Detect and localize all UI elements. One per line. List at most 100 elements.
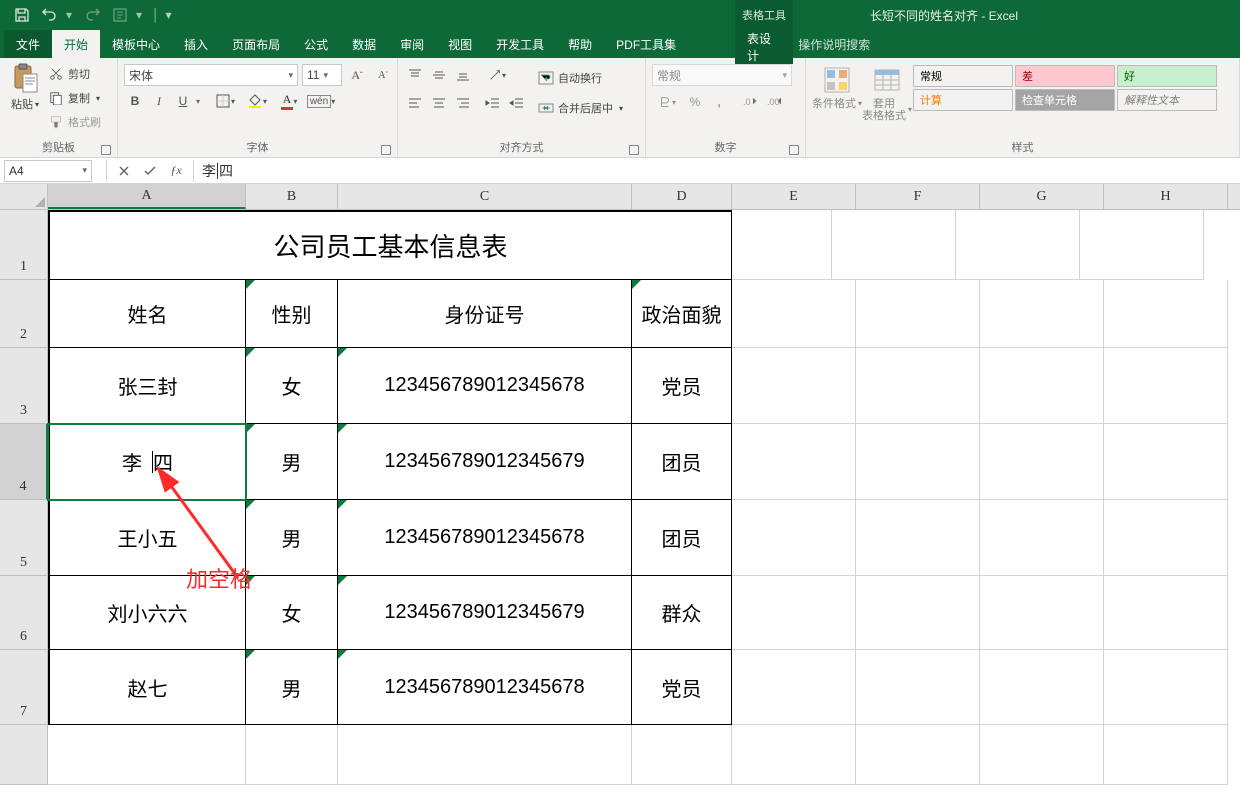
bold-button[interactable]: B [124,90,146,112]
cell-F2[interactable] [856,280,980,348]
cell-G7[interactable] [980,650,1104,725]
cell-E6[interactable] [732,576,856,650]
col-header-C[interactable]: C [338,184,632,209]
name-box[interactable]: A4▾ [4,160,92,182]
tab-view[interactable]: 视图 [436,30,484,58]
copy-button[interactable]: 复制▾ [46,86,103,110]
cell-E8[interactable] [732,725,856,785]
cell-A3[interactable]: 张三封 [48,348,246,424]
row-header-7[interactable]: 7 [0,650,48,725]
col-header-F[interactable]: F [856,184,980,209]
cell-G3[interactable] [980,348,1104,424]
cell-B5[interactable]: 男 [246,500,338,576]
cell-C5[interactable]: 123456789012345678 [338,500,632,576]
cancel-edit-button[interactable] [115,162,133,180]
col-header-D[interactable]: D [632,184,732,209]
cell-B3[interactable]: 女 [246,348,338,424]
tab-page-layout[interactable]: 页面布局 [220,30,292,58]
tab-insert[interactable]: 插入 [172,30,220,58]
comma-icon[interactable]: , [708,91,730,113]
cell-H1[interactable] [1080,210,1204,280]
row-header-8[interactable] [0,725,48,785]
italic-button[interactable]: I [148,90,170,112]
qat-customize-icon[interactable]: ▾ [166,3,176,27]
cell-B8[interactable] [246,725,338,785]
cell-D4[interactable]: 团员 [632,424,732,500]
align-bottom-icon[interactable] [452,64,474,86]
fill-color-button[interactable]: ▾ [242,90,272,112]
cell-G8[interactable] [980,725,1104,785]
cell-E2[interactable] [732,280,856,348]
paste-button[interactable]: 粘贴▾ [4,60,46,112]
cell-H6[interactable] [1104,576,1228,650]
col-header-A[interactable]: A [48,184,246,209]
row-header-2[interactable]: 2 [0,280,48,348]
cell-H4[interactable] [1104,424,1228,500]
col-header-H[interactable]: H [1104,184,1228,209]
col-header-B[interactable]: B [246,184,338,209]
align-middle-icon[interactable] [428,64,450,86]
tab-review[interactable]: 审阅 [388,30,436,58]
row-header-5[interactable]: 5 [0,500,48,576]
cell-D2[interactable]: 政治面貌 [632,280,732,348]
cell-D5[interactable]: 团员 [632,500,732,576]
cell-A2[interactable]: 姓名 [48,280,246,348]
row-header-1[interactable]: 1 [0,210,48,280]
cell-A1[interactable]: 公司员工基本信息表 [48,210,732,280]
cell-C2[interactable]: 身份证号 [338,280,632,348]
qat-dropdown-icon[interactable]: ▾ [136,3,146,27]
cell-A8[interactable] [48,725,246,785]
cell-G4[interactable] [980,424,1104,500]
cell-C7[interactable]: 123456789012345678 [338,650,632,725]
touch-mode-icon[interactable] [108,3,132,27]
tab-template[interactable]: 模板中心 [100,30,172,58]
conditional-format-button[interactable]: 条件格式▾ [812,62,862,110]
save-icon[interactable] [10,3,34,27]
cell-F6[interactable] [856,576,980,650]
col-header-E[interactable]: E [732,184,856,209]
cell-B2[interactable]: 性别 [246,280,338,348]
style-calc[interactable]: 计算 [913,89,1013,111]
align-left-icon[interactable] [404,92,426,114]
decrease-indent-icon[interactable] [482,92,504,114]
style-normal[interactable]: 常规 [913,65,1013,87]
redo-icon[interactable] [80,3,104,27]
border-button[interactable]: ▾ [210,90,240,112]
cell-A4[interactable]: 李 四 [48,424,246,500]
cell-B4[interactable]: 男 [246,424,338,500]
font-name-combo[interactable]: 宋体▾ [124,64,298,86]
cell-G5[interactable] [980,500,1104,576]
cell-H2[interactable] [1104,280,1228,348]
cell-D8[interactable] [632,725,732,785]
tab-developer[interactable]: 开发工具 [484,30,556,58]
cell-C8[interactable] [338,725,632,785]
tab-help[interactable]: 帮助 [556,30,604,58]
tab-data[interactable]: 数据 [340,30,388,58]
cells-area[interactable]: 公司员工基本信息表 姓名 性别 身份证号 政治面貌 张三封 女 [48,210,1240,785]
cell-F8[interactable] [856,725,980,785]
tab-table-design[interactable]: 表设计 [735,30,793,64]
tab-file[interactable]: 文件 [4,30,52,58]
cell-F3[interactable] [856,348,980,424]
increase-font-icon[interactable]: Aˆ [346,64,368,86]
cell-C6[interactable]: 123456789012345679 [338,576,632,650]
font-launcher-icon[interactable] [381,145,391,155]
merge-center-button[interactable]: 合并后居中▾ [536,96,625,120]
row-header-3[interactable]: 3 [0,348,48,424]
orientation-icon[interactable]: ▾ [482,64,512,86]
wrap-text-button[interactable]: 自动换行 [536,66,625,90]
cell-E5[interactable] [732,500,856,576]
row-header-6[interactable]: 6 [0,576,48,650]
accounting-format-icon[interactable]: ▾ [652,91,682,113]
col-header-G[interactable]: G [980,184,1104,209]
phonetic-button[interactable]: wén▾ [306,90,336,112]
cell-F5[interactable] [856,500,980,576]
cell-C3[interactable]: 123456789012345678 [338,348,632,424]
cell-H7[interactable] [1104,650,1228,725]
increase-decimal-icon[interactable]: .0 [740,91,762,113]
underline-button[interactable]: U [172,90,194,112]
cell-B7[interactable]: 男 [246,650,338,725]
cell-A7[interactable]: 赵七 [48,650,246,725]
style-bad[interactable]: 差 [1015,65,1115,87]
cell-E1[interactable] [732,210,832,280]
